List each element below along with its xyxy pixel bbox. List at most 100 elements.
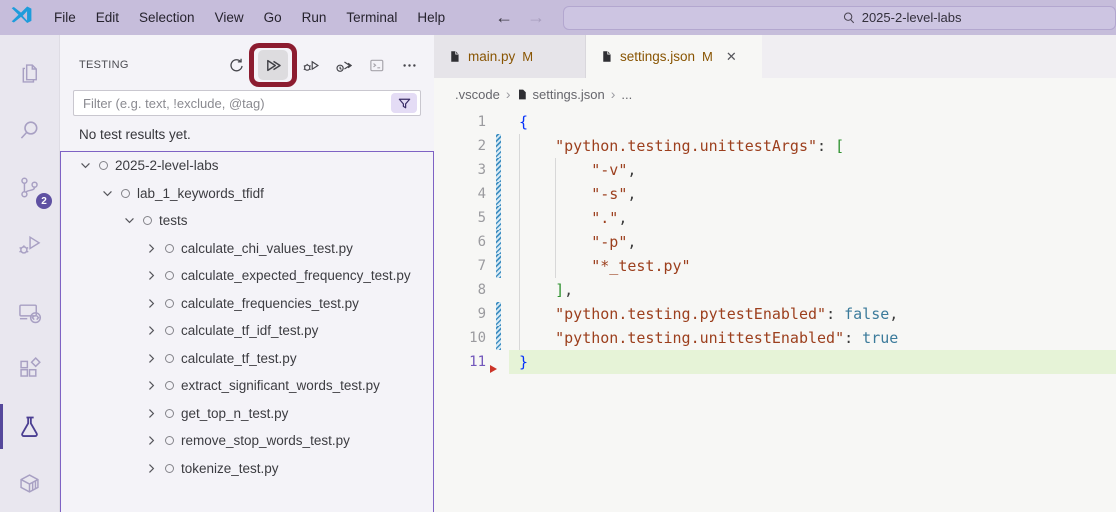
source-control-icon[interactable]: 2: [0, 159, 59, 216]
filter-options-button[interactable]: [391, 93, 417, 113]
tree-item-label: extract_significant_words_test.py: [181, 378, 380, 394]
tree-item-label: lab_1_keywords_tfidf: [137, 185, 264, 201]
explorer-icon[interactable]: [0, 45, 59, 102]
code-text: {: [519, 113, 529, 131]
gutter-spacer: [496, 278, 501, 302]
breadcrumb-file[interactable]: settings.json: [532, 87, 604, 102]
tree-item-lab_1_keywords_tfidf[interactable]: lab_1_keywords_tfidf: [61, 180, 433, 208]
gutter-spacer: [496, 110, 501, 134]
tab-main-py[interactable]: main.py M: [434, 35, 586, 78]
test-state-circle-icon: [165, 408, 174, 418]
breadcrumb-symbol[interactable]: ...: [621, 87, 632, 102]
line-number: 5: [477, 210, 486, 226]
show-output-button[interactable]: [365, 54, 387, 76]
close-tab-icon[interactable]: ✕: [726, 49, 737, 65]
debug-tests-button[interactable]: [299, 54, 321, 76]
tree-item-label: tokenize_test.py: [181, 460, 279, 476]
line-number: 11: [469, 354, 486, 370]
menu-run[interactable]: Run: [292, 0, 337, 35]
menu-help[interactable]: Help: [407, 0, 455, 35]
sidebar-title: TESTING: [79, 59, 129, 71]
gutter-modified-indicator: [496, 254, 501, 278]
tree-item-extract_significant_words_test.py[interactable]: extract_significant_words_test.py: [61, 372, 433, 400]
tree-item-calculate_tf_idf_test.py[interactable]: calculate_tf_idf_test.py: [61, 317, 433, 345]
chevron-right-icon[interactable]: [143, 378, 159, 394]
menu-file[interactable]: File: [44, 0, 86, 35]
chevron-right-icon[interactable]: [143, 268, 159, 284]
tree-item-tests[interactable]: tests: [61, 207, 433, 235]
chevron-down-icon[interactable]: [77, 158, 93, 174]
chevron-down-icon[interactable]: [121, 213, 137, 229]
menu-selection[interactable]: Selection: [129, 0, 205, 35]
test-state-circle-icon: [99, 161, 108, 171]
more-actions-button[interactable]: [398, 54, 420, 76]
activity-bar: 2: [0, 35, 60, 512]
menu-edit[interactable]: Edit: [86, 0, 129, 35]
tree-item-label: calculate_chi_values_test.py: [181, 240, 353, 256]
tab-settings-json[interactable]: settings.json M ✕: [586, 35, 762, 78]
file-icon: [603, 51, 611, 62]
git-modified-badge: M: [702, 49, 713, 64]
chevron-right-icon[interactable]: [143, 405, 159, 421]
tree-item-tokenize_test.py[interactable]: tokenize_test.py: [61, 455, 433, 483]
chevron-right-icon[interactable]: [143, 460, 159, 476]
line-number: 7: [477, 258, 486, 274]
remote-explorer-icon[interactable]: [0, 284, 59, 341]
code-text: "python.testing.pytestEnabled": false,: [555, 305, 899, 323]
chevron-right-icon[interactable]: [143, 323, 159, 339]
menu-go[interactable]: Go: [254, 0, 292, 35]
tree-item-get_top_n_test.py[interactable]: get_top_n_test.py: [61, 400, 433, 428]
tree-item-label: calculate_expected_frequency_test.py: [181, 268, 411, 284]
menu-terminal[interactable]: Terminal: [336, 0, 407, 35]
tree-item-2025-2-level-labs[interactable]: 2025-2-level-labs: [61, 152, 433, 180]
code-editor[interactable]: 1{2 "python.testing.unittestArgs": [3 "-…: [434, 110, 1116, 512]
code-text: "-p",: [591, 233, 637, 251]
run-tests-with-coverage-button[interactable]: [332, 54, 354, 76]
breadcrumb-folder[interactable]: .vscode: [455, 87, 500, 102]
tree-item-calculate_tf_test.py[interactable]: calculate_tf_test.py: [61, 345, 433, 373]
line-number: 6: [477, 234, 486, 250]
chevron-down-icon[interactable]: [99, 185, 115, 201]
line-number: 8: [477, 282, 486, 298]
run-and-debug-icon[interactable]: [0, 216, 59, 273]
editor-tabs: main.py M settings.json M ✕: [434, 35, 1116, 78]
test-results-status: No test results yet.: [79, 127, 191, 142]
nav-forward-icon[interactable]: →: [527, 7, 545, 28]
git-modified-badge: M: [522, 49, 534, 64]
command-center-search[interactable]: 2025-2-level-labs: [563, 5, 1116, 30]
extensions-icon[interactable]: [0, 341, 59, 398]
search-icon: [843, 11, 854, 23]
refresh-tests-button[interactable]: [225, 54, 247, 76]
tree-item-calculate_expected_frequency_test.py[interactable]: calculate_expected_frequency_test.py: [61, 262, 433, 290]
menu-view[interactable]: View: [205, 0, 254, 35]
code-line-7: 7 "*_test.py": [434, 254, 1116, 278]
test-state-circle-icon: [165, 243, 174, 253]
editor-group: main.py M settings.json M ✕ .vscode › se…: [434, 35, 1116, 512]
chevron-right-icon[interactable]: [143, 240, 159, 256]
tree-item-label: remove_stop_words_test.py: [181, 433, 350, 449]
chevron-right-icon[interactable]: [143, 350, 159, 366]
test-state-circle-icon: [121, 188, 130, 198]
tree-item-remove_stop_words_test.py[interactable]: remove_stop_words_test.py: [61, 427, 433, 455]
filter-input[interactable]: [83, 95, 391, 111]
code-text: "*_test.py": [591, 257, 691, 275]
breadcrumb-separator: ›: [505, 86, 511, 102]
tree-item-calculate_chi_values_test.py[interactable]: calculate_chi_values_test.py: [61, 235, 433, 263]
code-line-11: 11}: [434, 350, 1116, 374]
test-state-circle-icon: [165, 436, 174, 446]
test-state-circle-icon: [165, 271, 174, 281]
code-line-1: 1{: [434, 110, 1116, 134]
gutter-modified-indicator: [496, 182, 501, 206]
tree-item-label: calculate_tf_test.py: [181, 350, 297, 366]
nav-back-icon[interactable]: ←: [495, 7, 513, 28]
search-sidebar-icon[interactable]: [0, 102, 59, 159]
code-text: }: [509, 350, 1116, 374]
tree-item-calculate_frequencies_test.py[interactable]: calculate_frequencies_test.py: [61, 290, 433, 318]
line-number: 10: [469, 330, 486, 346]
containers-icon[interactable]: [0, 455, 59, 512]
test-state-circle-icon: [165, 463, 174, 473]
chevron-right-icon[interactable]: [143, 295, 159, 311]
testing-icon[interactable]: [0, 398, 59, 455]
run-tests-button[interactable]: [258, 50, 288, 80]
chevron-right-icon[interactable]: [143, 433, 159, 449]
